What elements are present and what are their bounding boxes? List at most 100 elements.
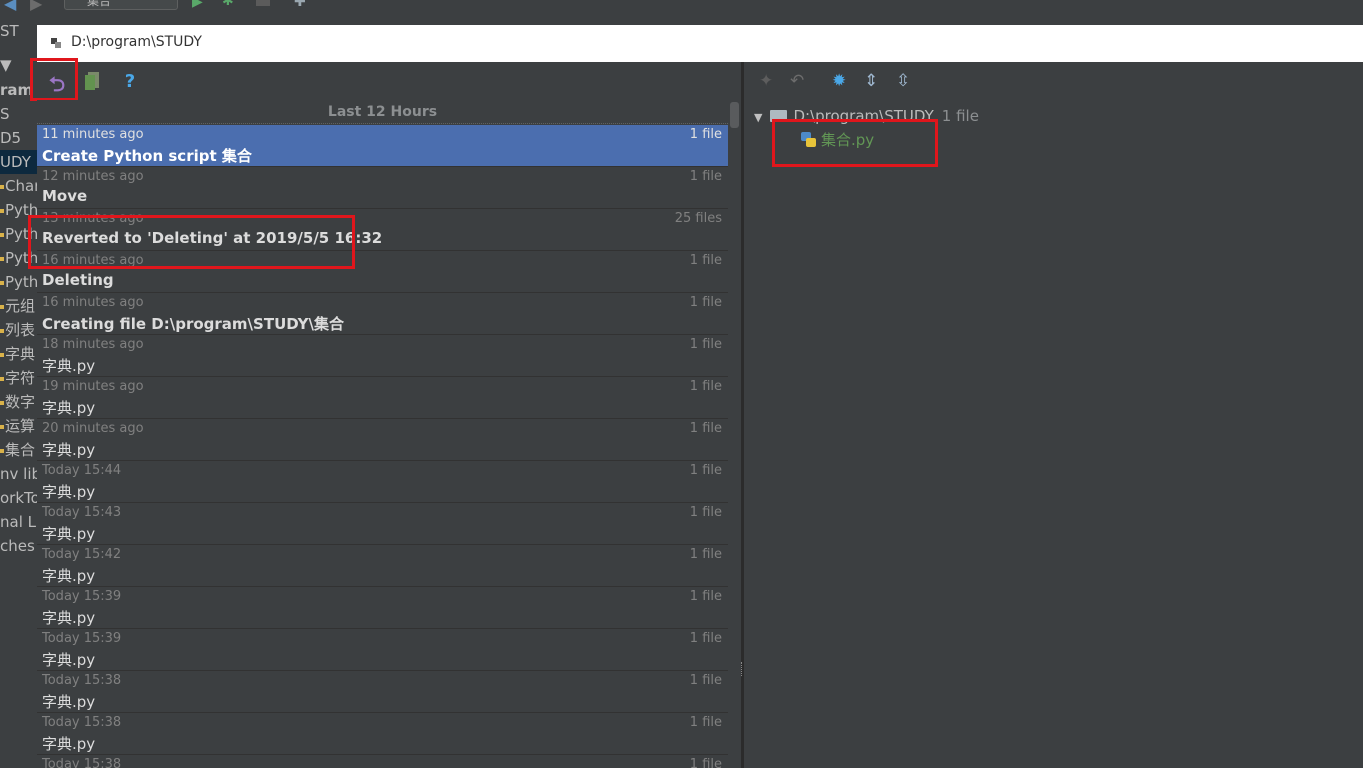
history-entry[interactable]: 11 minutes ago 1 file Create Python script…: [37, 125, 728, 167]
gear-icon[interactable]: ✹: [832, 71, 846, 91]
history-entry[interactable]: Today 15:39 1 file 字典.py: [37, 629, 728, 671]
entry-file-count: 1 file: [689, 253, 722, 268]
history-entry[interactable]: Today 15:38 1 file 字典.py: [37, 671, 728, 713]
project-tree-item[interactable]: ram: [0, 78, 33, 102]
history-entry[interactable]: 19 minutes ago 1 file 字典.py: [37, 377, 728, 419]
project-tree-item[interactable]: 列表: [0, 318, 35, 342]
run-icon[interactable]: ▶: [192, 0, 203, 10]
project-tree-label: S: [0, 105, 10, 123]
entry-time: 19 minutes ago: [42, 379, 144, 394]
python-file-icon: [0, 304, 4, 309]
tree-root-node[interactable]: ▼ D:\program\STUDY 1 file: [754, 105, 979, 127]
scrollbar-thumb[interactable]: [730, 102, 739, 128]
history-entry[interactable]: Today 15:42 1 file 字典.py: [37, 545, 728, 587]
entry-time: Today 15:44: [42, 463, 122, 478]
entry-file-count: 1 file: [689, 505, 722, 520]
history-toolbar: ⮌ ?: [30, 58, 741, 101]
entry-message: 字典.py: [42, 525, 96, 543]
project-tree-label: nv lib: [0, 465, 37, 483]
project-tree-item[interactable]: 字符: [0, 366, 35, 390]
undo-icon[interactable]: ↶: [790, 71, 804, 91]
entry-time: 20 minutes ago: [42, 421, 144, 436]
history-entry[interactable]: 16 minutes ago 1 file Creating file D:\pro…: [37, 293, 728, 335]
project-tree-item[interactable]: Pyth: [0, 222, 37, 246]
entry-message: 字典.py: [42, 357, 96, 375]
entry-file-count: 1 file: [689, 337, 722, 352]
history-entry[interactable]: 20 minutes ago 1 file 字典.py: [37, 419, 728, 461]
project-tree-label: UDY: [0, 153, 31, 171]
project-tree-item[interactable]: ST: [0, 25, 19, 43]
collapse-all-icon[interactable]: ⇳: [896, 71, 910, 91]
changes-toolbar: ✦ ↶ ✹ ⇕ ⇳: [744, 62, 1363, 100]
history-entry[interactable]: Today 15:38 1 file 字典.py: [37, 713, 728, 755]
forward-arrow-icon[interactable]: ▶: [30, 0, 42, 13]
project-tree-label: 字典: [5, 345, 36, 363]
project-tree-label: 元组: [5, 297, 36, 315]
project-tree-label: 字符: [5, 369, 36, 387]
entry-file-count: 1 file: [689, 757, 722, 768]
project-tree-label: Pyth: [5, 249, 37, 267]
project-tree-item[interactable]: 元组: [0, 294, 35, 318]
project-tree-item[interactable]: ches a: [0, 534, 37, 558]
folder-icon: [770, 110, 788, 122]
project-tree-label: nal Lil: [0, 513, 37, 531]
run-configuration-select[interactable]: 集合: [64, 0, 178, 10]
entry-file-count: 1 file: [689, 169, 722, 184]
history-entry[interactable]: 18 minutes ago 1 file 字典.py: [37, 335, 728, 377]
expand-all-icon[interactable]: ⇕: [864, 71, 878, 91]
entry-time: 16 minutes ago: [42, 253, 144, 268]
history-entry[interactable]: Today 15:43 1 file 字典.py: [37, 503, 728, 545]
history-entry[interactable]: Today 15:38 1 file: [37, 755, 728, 768]
help-button[interactable]: ?: [119, 70, 141, 92]
project-tree-item[interactable]: 数字: [0, 390, 35, 414]
history-list[interactable]: Last 12 Hours 11 minutes ago 1 file Create…: [37, 100, 728, 768]
entry-file-count: 1 file: [689, 589, 722, 604]
history-scrollbar[interactable]: [728, 100, 741, 768]
ide-toolbar: ◀ ▶ 集合 ▶ ✱ ✚: [0, 0, 1363, 26]
project-tree-item[interactable]: 字典: [0, 342, 35, 366]
back-arrow-icon[interactable]: ◀: [4, 0, 16, 13]
dialog-titlebar[interactable]: D:\program\STUDY: [37, 25, 1363, 62]
tree-file-node[interactable]: 集合.py: [801, 129, 874, 151]
history-entry[interactable]: 13 minutes ago 25 files Reverted to 'Delet…: [37, 209, 728, 251]
project-tree-item[interactable]: Pyth: [0, 198, 37, 222]
project-tree-item[interactable]: 集合: [0, 438, 35, 462]
project-tree-item[interactable]: Pyth: [0, 270, 37, 294]
project-tree-item[interactable]: orkTo: [0, 486, 37, 510]
project-tree-item[interactable]: Pyth: [0, 246, 37, 270]
debug-icon[interactable]: ✱: [222, 0, 234, 9]
build-tool-icon[interactable]: ✚: [294, 0, 306, 10]
expand-arrow-icon[interactable]: ▼: [754, 111, 762, 124]
project-tree-item[interactable]: 运算: [0, 414, 35, 438]
entry-message: 字典.py: [42, 609, 96, 627]
history-entry[interactable]: Today 15:44 1 file 字典.py: [37, 461, 728, 503]
project-tree-item[interactable]: nv lib: [0, 462, 37, 486]
stop-icon[interactable]: [256, 0, 270, 6]
entry-time: Today 15:39: [42, 631, 122, 646]
history-entry[interactable]: 12 minutes ago 1 file Move: [37, 167, 728, 209]
entry-message: Move: [42, 187, 88, 205]
history-entry[interactable]: Today 15:39 1 file 字典.py: [37, 587, 728, 629]
entry-file-count: 1 file: [689, 379, 722, 394]
project-tree-item[interactable]: D5: [0, 126, 21, 150]
entry-message: Creating file D:\program\STUDY\集合: [42, 315, 344, 333]
project-tree-item[interactable]: ▼: [0, 53, 12, 77]
project-tree-label: Pyth: [5, 225, 37, 243]
entry-message: 字典.py: [42, 651, 96, 669]
project-tree-item[interactable]: S: [0, 102, 10, 126]
project-tree-label: 数字: [5, 393, 36, 411]
local-history-dialog: D:\program\STUDY ⮌ ? Last 12 Hours 11 mi…: [28, 25, 1363, 768]
project-tree-item[interactable]: UDY: [0, 150, 37, 174]
project-tree-label: orkTo: [0, 489, 37, 507]
python-file-icon: [0, 424, 4, 429]
file-name: 集合.py: [821, 131, 875, 149]
pin-icon[interactable]: ✦: [759, 71, 773, 91]
project-tree-item[interactable]: Char: [0, 174, 37, 198]
project-tree-item[interactable]: nal Lil: [0, 510, 37, 534]
show-diff-button[interactable]: [81, 70, 103, 92]
project-tree-label: Pyth: [5, 201, 37, 219]
revert-button[interactable]: ⮌: [30, 58, 78, 101]
history-entry[interactable]: 16 minutes ago 1 file Deleting: [37, 251, 728, 293]
history-pane: ⮌ ? Last 12 Hours 11 minutes ago 1 file Cr…: [30, 58, 741, 768]
changes-tree: ▼ D:\program\STUDY 1 file 集合.py: [744, 100, 1363, 768]
